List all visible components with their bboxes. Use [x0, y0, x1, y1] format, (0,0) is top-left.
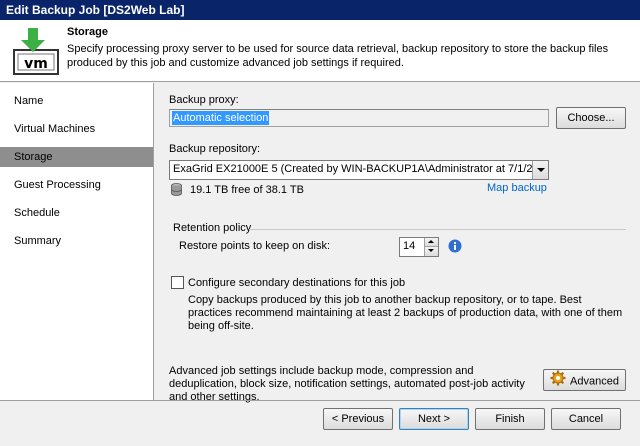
backup-proxy-value: Automatic selection [172, 111, 270, 125]
restore-points-label: Restore points to keep on disk: [179, 240, 331, 252]
secondary-destinations-checkbox[interactable] [171, 276, 184, 289]
sidebar-item-virtual-machines[interactable]: Virtual Machines [0, 119, 153, 139]
finish-button[interactable]: Finish [475, 408, 545, 430]
info-icon[interactable] [448, 239, 462, 256]
sidebar-item-name[interactable]: Name [0, 91, 153, 111]
backup-repository-value: ExaGrid EX21000E 5 (Created by WIN-BACKU… [173, 163, 549, 175]
stepper-up-icon[interactable] [424, 238, 438, 247]
footer-divider [0, 400, 640, 401]
database-icon [171, 183, 182, 199]
cancel-button[interactable]: Cancel [551, 408, 621, 430]
repository-free-space: 19.1 TB free of 38.1 TB [190, 184, 304, 196]
map-backup-link[interactable]: Map backup [487, 182, 547, 194]
wizard-header: vm Storage Specify processing proxy serv… [0, 20, 640, 82]
advanced-settings-description: Advanced job settings include backup mod… [169, 365, 525, 403]
svg-text:vm: vm [24, 56, 48, 72]
secondary-destinations-label[interactable]: Configure secondary destinations for thi… [188, 277, 405, 289]
choose-proxy-button[interactable]: Choose... [556, 107, 626, 129]
wizard-steps: Name Virtual Machines Storage Guest Proc… [0, 83, 154, 400]
stepper-down-icon[interactable] [424, 247, 438, 256]
restore-points-value: 14 [403, 240, 416, 252]
gear-icon [550, 370, 566, 393]
page-title: Storage [67, 26, 108, 38]
next-button[interactable]: Next > [399, 408, 469, 430]
storage-panel: Backup proxy: Automatic selection Choose… [155, 83, 640, 403]
secondary-destinations-description: Copy backups produced by this job to ano… [188, 294, 623, 332]
sidebar-item-summary[interactable]: Summary [0, 231, 153, 251]
advanced-button-label: Advanced [570, 375, 619, 388]
backup-repository-select[interactable]: ExaGrid EX21000E 5 (Created by WIN-BACKU… [169, 160, 549, 180]
backup-repository-label: Backup repository: [169, 143, 261, 155]
window-title: Edit Backup Job [DS2Web Lab] [0, 0, 640, 20]
retention-divider [249, 229, 626, 230]
backup-proxy-field[interactable]: Automatic selection [169, 109, 549, 127]
retention-policy-label: Retention policy [173, 222, 252, 234]
sidebar-item-storage[interactable]: Storage [0, 147, 153, 167]
chevron-down-icon[interactable] [532, 161, 548, 179]
previous-button[interactable]: < Previous [323, 408, 393, 430]
advanced-button[interactable]: Advanced [543, 369, 626, 391]
backup-vm-icon: vm [12, 26, 60, 76]
backup-proxy-label: Backup proxy: [169, 94, 239, 106]
sidebar-item-guest-processing[interactable]: Guest Processing [0, 175, 153, 195]
page-description: Specify processing proxy server to be us… [67, 43, 609, 69]
restore-points-stepper[interactable]: 14 [399, 237, 439, 257]
sidebar-item-schedule[interactable]: Schedule [0, 203, 153, 223]
